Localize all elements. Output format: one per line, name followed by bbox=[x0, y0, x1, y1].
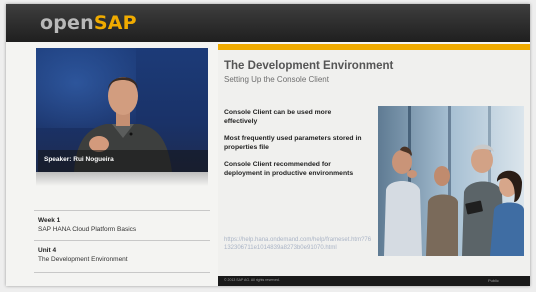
unit-title: The Development Environment bbox=[38, 256, 128, 263]
slide-bullet: Most frequently used parameters stored i… bbox=[224, 135, 362, 151]
speaker-video[interactable]: Speaker: Rui Nogueira bbox=[36, 48, 208, 172]
slide-accent-bar bbox=[218, 44, 530, 50]
video-reflection bbox=[36, 172, 208, 186]
slide-title: The Development Environment bbox=[224, 60, 394, 72]
unit-label: Unit 4 bbox=[38, 247, 57, 254]
slide-subtitle: Setting Up the Console Client bbox=[224, 75, 329, 84]
copyright-text: © 2013 SAP AG. All rights reserved. bbox=[224, 278, 280, 282]
opensap-header: openSAP bbox=[6, 4, 530, 42]
left-panel: Speaker: Rui Nogueira Week 1 SAP HANA Cl… bbox=[34, 48, 210, 280]
help-link[interactable]: https://help.hana.ondemand.com/help/fram… bbox=[224, 236, 374, 252]
team-photo-illustration bbox=[378, 106, 524, 256]
logo-open-text: open bbox=[40, 12, 94, 34]
week-title: SAP HANA Cloud Platform Basics bbox=[38, 226, 137, 233]
divider bbox=[34, 240, 210, 241]
logo-sap-text: SAP bbox=[93, 12, 137, 34]
classification-text: Public bbox=[488, 278, 499, 283]
divider bbox=[34, 210, 210, 211]
speaker-name: Speaker: Rui Nogueira bbox=[44, 156, 114, 163]
team-photo bbox=[378, 106, 524, 256]
slide-bullet: Console Client recommended for deploymen… bbox=[224, 161, 354, 177]
week-label: Week 1 bbox=[38, 217, 61, 224]
slide-footer: © 2013 SAP AG. All rights reserved. Publ… bbox=[218, 276, 530, 286]
lecture-frame: openSAP Speaker: Rui Nogueira Week 1 SAP… bbox=[6, 4, 530, 286]
opensap-logo[interactable]: openSAP bbox=[40, 12, 137, 34]
divider bbox=[34, 272, 210, 273]
slide: The Development Environment Setting Up t… bbox=[218, 44, 530, 286]
speaker-caption: Speaker: Rui Nogueira bbox=[38, 150, 208, 172]
slide-bullet: Console Client can be used more effectiv… bbox=[224, 109, 332, 125]
